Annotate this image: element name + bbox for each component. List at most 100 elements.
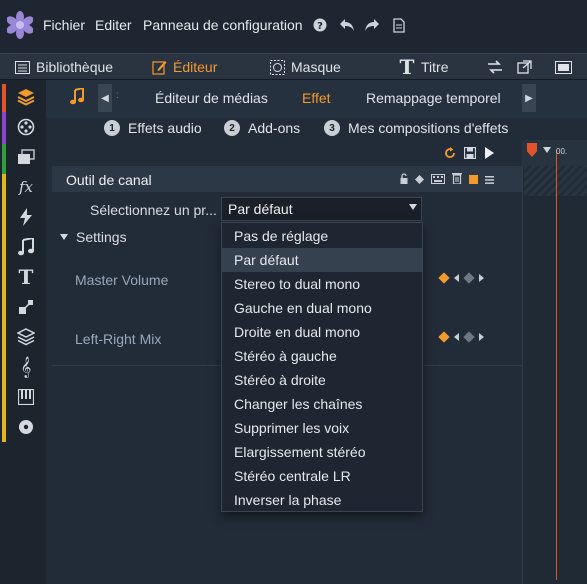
dropdown-option[interactable]: Elargissement stéréo [222,440,422,464]
left-right-mix-label: Left-Right Mix [75,331,162,347]
dropdown-option[interactable]: Inverser la phase [222,488,422,512]
expand-caret-icon [60,234,68,240]
clips-icon[interactable] [14,146,38,168]
preset-select-value: Par défaut [228,201,293,217]
tab-masque[interactable]: Masque [269,54,341,80]
mask-icon [269,59,285,75]
keyframe-timeline[interactable] [522,140,587,584]
main-tab-bar: Bibliothèque Éditeur Masque T Titre [0,53,587,80]
sidebar-color-strip [2,84,6,442]
tab-editeur-de-medias[interactable]: Éditeur de médias [155,90,268,106]
add-keyframe-icon[interactable] [438,272,450,284]
lock-icon[interactable] [400,172,408,187]
menu-editer[interactable]: Editer [95,17,132,33]
addon-number: 1 [104,120,120,136]
preset-select[interactable]: Par défaut [221,197,422,221]
detach-window-icon[interactable] [515,57,533,77]
edit-icon [151,59,167,75]
settings-label: Settings [76,229,127,245]
dropdown-option[interactable]: Gauche en dual mono [222,296,422,320]
redo-icon[interactable] [363,15,381,35]
dropdown-option[interactable]: Stéréo à droite [222,368,422,392]
addon-label: Mes compositions d'effets [348,120,509,136]
addon-number: 3 [324,120,340,136]
keyframe-toggle-icon[interactable] [415,172,424,187]
playhead-line [556,150,557,580]
reset-icon[interactable] [444,146,456,162]
text-icon[interactable]: T [14,265,38,289]
addon-label: Effets audio [128,120,202,136]
disc-icon[interactable] [14,416,38,438]
trash-icon[interactable] [452,172,462,187]
timeline-time-label: 00. [556,147,568,156]
save-icon[interactable] [463,146,477,162]
dropdown-option[interactable]: Pas de réglage [222,224,422,248]
master-volume-label: Master Volume [75,272,169,288]
piano-icon[interactable] [14,386,38,408]
library-icon [14,59,30,75]
left-right-mix-keyframes [438,331,484,343]
addon-label: Add-ons [248,120,301,136]
dropdown-option[interactable]: Stereo to dual mono [222,272,422,296]
tab-bibliotheque[interactable]: Bibliothèque [14,54,113,80]
tab-bibliotheque-label: Bibliothèque [36,59,114,75]
play-icon[interactable] [484,146,494,162]
tab-editeur-label: Éditeur [173,59,218,75]
keyboard-icon[interactable] [431,172,445,187]
timeline-dropdown-icon[interactable] [543,147,551,153]
channel-tool-title: Outil de canal [66,172,152,188]
menu-panneau-de-configuration[interactable]: Panneau de configuration [143,17,303,33]
settings-section-toggle[interactable]: Settings [60,229,127,245]
master-volume-keyframes [438,272,484,284]
menu-lines-icon[interactable] [485,172,494,187]
music-note-icon[interactable] [14,236,38,258]
dropdown-option-selected[interactable]: Par défaut [222,248,422,272]
channel-header-icons [400,172,494,187]
prev-keyframe-icon[interactable] [454,274,459,282]
app-logo-icon [7,11,33,39]
next-keyframe-icon[interactable] [479,274,484,282]
tab-titre[interactable]: T Titre [399,54,449,80]
svg-text:?: ? [317,21,323,32]
menu-fichier[interactable]: Fichier [43,17,85,33]
layers-icon[interactable] [14,86,38,108]
title-t-icon: T [399,55,415,79]
next-keyframe-icon[interactable] [479,333,484,341]
preset-dropdown-list: Pas de réglage Par défaut Stereo to dual… [221,222,423,512]
tab-remappage-temporel[interactable]: Remappage temporel [366,90,501,106]
subtab-scroll-right[interactable]: ▶ [522,84,536,112]
layout-icon[interactable] [554,57,572,77]
tab-editeur[interactable]: Éditeur [151,54,217,80]
color-square-icon[interactable] [469,172,478,187]
fx-icon[interactable]: fx [14,176,38,198]
document-icon[interactable] [390,15,408,35]
tab-masque-label: Masque [291,59,341,75]
tab-titre-label: Titre [421,59,449,75]
dropdown-option[interactable]: Stéréo à gauche [222,344,422,368]
help-icon[interactable]: ? [311,15,329,35]
tab-effet[interactable]: Effet [302,90,331,106]
audio-note-icon [70,86,86,106]
tool-controls [444,146,494,162]
addon-effets-audio[interactable]: 1 Effets audio [104,119,202,137]
chevron-down-icon[interactable] [409,204,417,210]
prev-keyframe-icon[interactable] [454,333,459,341]
addon-add-ons[interactable]: 2 Add-ons [224,119,300,137]
add-keyframe-icon[interactable] [438,331,450,343]
subtab-separator: : [116,90,119,101]
film-reel-icon[interactable] [14,116,38,138]
undo-icon[interactable] [338,15,356,35]
subtab-scroll-left[interactable]: ◀ [98,84,112,112]
stack-icon[interactable] [14,326,38,348]
treble-clef-icon[interactable]: 𝄞 [14,356,38,378]
dropdown-option[interactable]: Droite en dual mono [222,320,422,344]
pan-zoom-icon[interactable] [14,296,38,318]
keyframe-icon[interactable] [463,331,475,343]
dropdown-option[interactable]: Supprimer les voix [222,416,422,440]
addon-mes-compositions[interactable]: 3 Mes compositions d'effets [324,119,508,137]
keyframe-icon[interactable] [463,272,475,284]
dropdown-option[interactable]: Stéréo centrale LR [222,464,422,488]
dropdown-option[interactable]: Changer les chaînes [222,392,422,416]
swap-icon[interactable] [486,57,504,77]
lightning-icon[interactable] [14,206,38,228]
